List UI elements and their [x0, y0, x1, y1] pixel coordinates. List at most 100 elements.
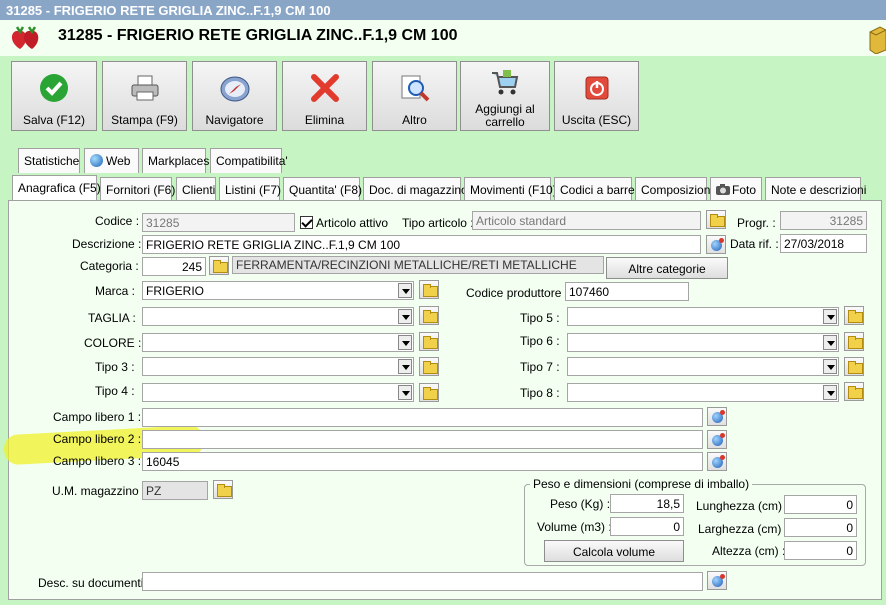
- folder-icon[interactable]: [844, 357, 864, 376]
- print-button-label: Stampa (F9): [111, 113, 178, 127]
- tab-foto[interactable]: Foto: [710, 177, 762, 202]
- exit-button[interactable]: Uscita (ESC): [554, 61, 639, 131]
- exit-button-label: Uscita (ESC): [561, 113, 632, 127]
- taglia-label: TAGLIA :: [88, 311, 136, 325]
- globe-icon[interactable]: [707, 407, 727, 426]
- tab-fornitori[interactable]: Fornitori (F6): [100, 177, 176, 202]
- tipo-articolo-label: Tipo articolo :: [402, 216, 474, 230]
- tab-label: Fornitori (F6): [106, 183, 176, 197]
- tab-label: Markplaces: [148, 154, 210, 168]
- data-rif-label: Data rif. :: [730, 237, 779, 251]
- descrizione-field[interactable]: FRIGERIO RETE GRIGLIA ZINC..F.1,9 CM 100: [142, 235, 701, 254]
- folder-icon[interactable]: [844, 306, 864, 325]
- header-bar: 31285 - FRIGERIO RETE GRIGLIA ZINC..F.1,…: [0, 20, 886, 56]
- codice-field[interactable]: 31285: [142, 213, 295, 232]
- tab-composizioni[interactable]: Composizioni: [635, 177, 713, 202]
- taglia-select[interactable]: [142, 307, 414, 326]
- articolo-attivo-checkbox[interactable]: [300, 216, 313, 229]
- power-icon: [585, 76, 608, 100]
- chevron-down-icon[interactable]: [823, 359, 837, 374]
- um-magazzino-label: U.M. magazzino :: [52, 484, 146, 498]
- tab-label: Doc. di magazzino: [369, 183, 468, 197]
- tab-anagrafica[interactable]: Anagrafica (F5): [12, 175, 101, 202]
- tipo7-select[interactable]: [567, 357, 839, 376]
- print-button[interactable]: Stampa (F9): [102, 61, 187, 131]
- delete-button-label: Elimina: [304, 113, 345, 127]
- chevron-down-icon[interactable]: [823, 309, 837, 324]
- colore-select[interactable]: [142, 333, 414, 352]
- marca-select[interactable]: FRIGERIO: [142, 281, 414, 300]
- folder-icon[interactable]: [419, 332, 439, 351]
- save-button[interactable]: Salva (F12): [11, 61, 97, 131]
- volume-field[interactable]: 0: [610, 517, 684, 536]
- tab-quantita[interactable]: Quantita' (F8): [283, 177, 362, 202]
- chevron-down-icon[interactable]: [823, 385, 837, 400]
- codice-produttore-field[interactable]: 107460: [565, 282, 689, 301]
- chevron-down-icon[interactable]: [398, 359, 412, 374]
- chevron-down-icon[interactable]: [398, 335, 412, 350]
- tipo3-select[interactable]: [142, 357, 414, 376]
- globe-icon[interactable]: [706, 235, 726, 254]
- tab-doc-magazzino[interactable]: Doc. di magazzino: [363, 177, 468, 202]
- campo-libero-3-field[interactable]: 16045: [142, 452, 703, 471]
- tab-label: Anagrafica (F5): [18, 181, 101, 195]
- tab-note-descrizioni[interactable]: Note e descrizioni: [765, 177, 866, 202]
- tab-codici-barre[interactable]: Codici a barre: [554, 177, 635, 202]
- folder-icon[interactable]: [706, 210, 726, 229]
- globe-icon[interactable]: [707, 571, 727, 590]
- tipo6-select[interactable]: [567, 333, 839, 352]
- lunghezza-field[interactable]: 0: [784, 495, 857, 514]
- tab-web[interactable]: Web: [84, 148, 139, 173]
- tab-listini[interactable]: Listini (F7): [219, 177, 281, 202]
- folder-icon[interactable]: [844, 332, 864, 351]
- altezza-field[interactable]: 0: [784, 541, 857, 560]
- tab-clienti[interactable]: Clienti: [176, 177, 216, 202]
- tab-label: Note e descrizioni: [771, 183, 867, 197]
- strawberry-icon: [11, 26, 39, 49]
- folder-icon[interactable]: [419, 357, 439, 376]
- peso-group-title: Peso e dimensioni (comprese di imballo): [530, 477, 753, 491]
- folder-icon[interactable]: [213, 480, 233, 499]
- tab-statistiche[interactable]: Statistiche: [18, 148, 80, 173]
- larghezza-field[interactable]: 0: [784, 518, 857, 537]
- desc-documenti-field[interactable]: [142, 572, 703, 591]
- tab-label: Compatibilita': [216, 154, 288, 168]
- tipo6-label: Tipo 6 :: [520, 334, 560, 348]
- other-button[interactable]: Altro: [372, 61, 457, 131]
- tipo4-label: Tipo 4 :: [95, 384, 135, 398]
- altre-categorie-button[interactable]: Altre categorie: [606, 257, 728, 279]
- tab-compatibilita[interactable]: Compatibilita': [210, 148, 288, 173]
- compass-icon: [220, 76, 249, 102]
- tipo-articolo-field[interactable]: Articolo standard: [472, 211, 701, 230]
- box-icon[interactable]: [866, 24, 886, 54]
- campo-libero-1-field[interactable]: [142, 408, 703, 427]
- campo-libero-1-label: Campo libero 1 :: [53, 410, 142, 424]
- calcola-volume-button[interactable]: Calcola volume: [544, 540, 684, 562]
- folder-icon[interactable]: [419, 280, 439, 299]
- campo-libero-2-field[interactable]: [142, 430, 703, 449]
- folder-icon[interactable]: [844, 382, 864, 401]
- campo-libero-3-label: Campo libero 3 :: [53, 454, 142, 468]
- data-rif-field[interactable]: 27/03/2018: [780, 234, 867, 253]
- delete-button[interactable]: Elimina: [282, 61, 367, 131]
- tab-markplaces[interactable]: Markplaces: [142, 148, 210, 173]
- progr-field[interactable]: 31285: [780, 211, 867, 230]
- navigator-button[interactable]: Navigatore: [192, 61, 277, 131]
- folder-icon[interactable]: [419, 383, 439, 402]
- peso-field[interactable]: 18,5: [610, 494, 684, 513]
- tipo8-select[interactable]: [567, 383, 839, 402]
- globe-icon[interactable]: [707, 430, 727, 449]
- chevron-down-icon[interactable]: [398, 385, 412, 400]
- chevron-down-icon[interactable]: [823, 335, 837, 350]
- add-to-cart-button[interactable]: Aggiungi al carrello: [460, 61, 550, 131]
- folder-icon[interactable]: [209, 256, 229, 275]
- folder-icon[interactable]: [419, 306, 439, 325]
- tipo4-select[interactable]: [142, 383, 414, 402]
- chevron-down-icon[interactable]: [398, 283, 412, 298]
- categoria-code-field[interactable]: 245: [142, 257, 206, 276]
- globe-icon[interactable]: [707, 452, 727, 471]
- chevron-down-icon[interactable]: [398, 309, 412, 324]
- tipo5-select[interactable]: [567, 307, 839, 326]
- add-to-cart-label-2: carrello: [485, 115, 525, 129]
- tab-movimenti[interactable]: Movimenti (F10): [464, 177, 557, 202]
